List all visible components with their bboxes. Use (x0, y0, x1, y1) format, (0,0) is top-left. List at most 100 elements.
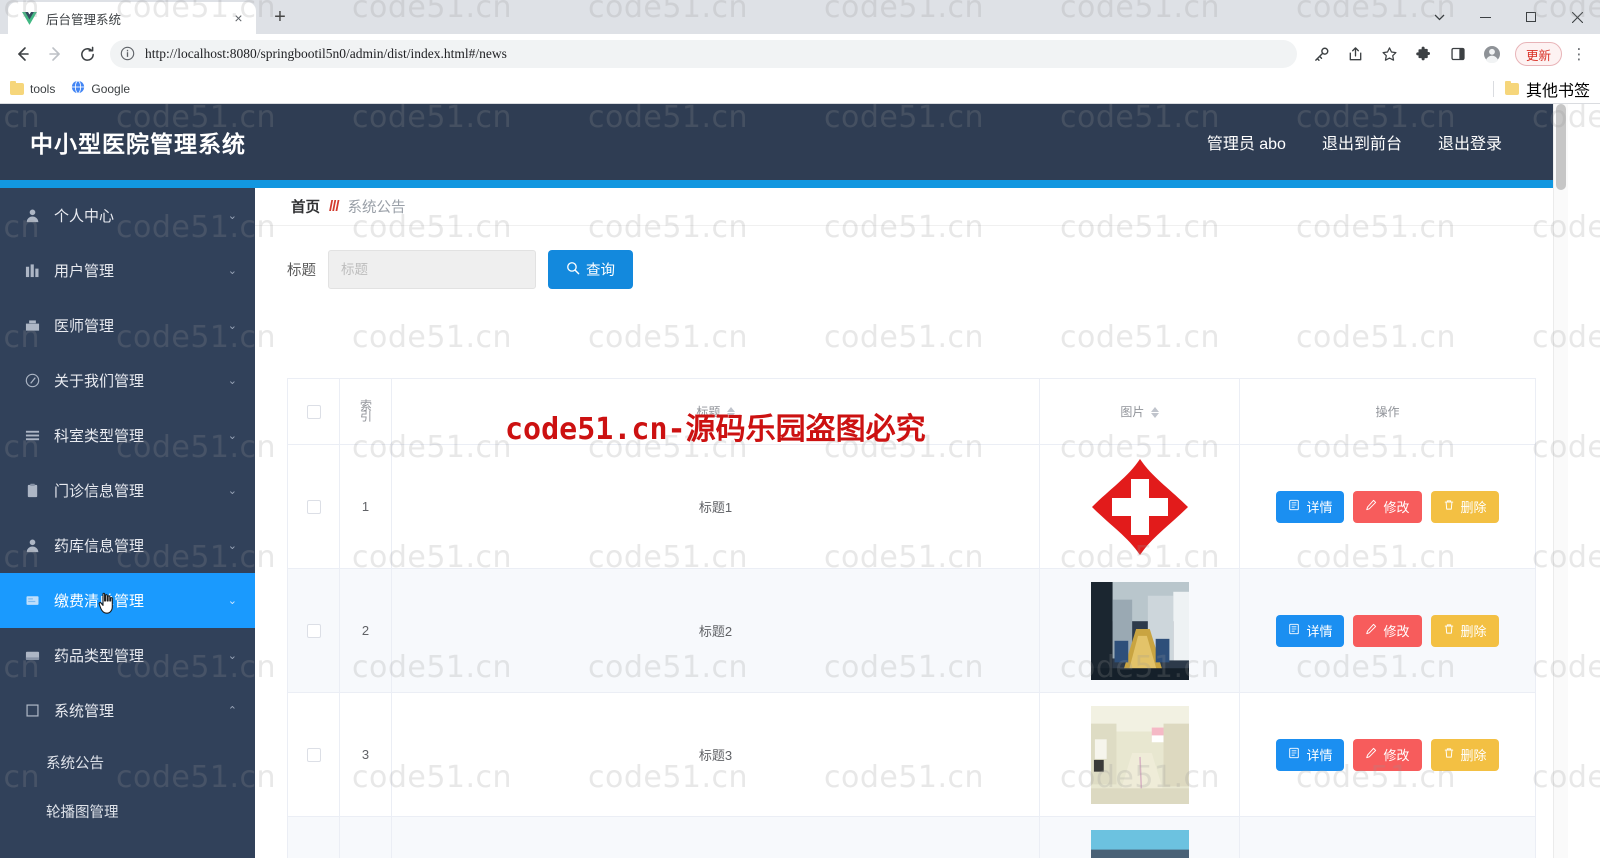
page-title: 中小型医院管理系统 (30, 131, 246, 157)
sidebar-subitem-system-notice[interactable]: 系统公告 (0, 738, 255, 787)
star-icon[interactable] (1375, 39, 1405, 69)
row-title-cell: 标题2 (391, 568, 1040, 693)
maximize-button[interactable] (1508, 0, 1554, 34)
chevron-down-icon: ⌄ (227, 375, 237, 387)
edit-button-label: 修改 (1383, 748, 1410, 763)
browser-tab[interactable]: 后台管理系统 × (8, 2, 256, 34)
data-table: 索引 标题 图片 操作 1 标题1 详情 修改 删除 2 标题2 详情 修改 删… (287, 378, 1536, 858)
address-bar[interactable]: http://localhost:8080/springbootil5n0/ad… (110, 40, 1297, 68)
edit-button-label: 修改 (1383, 500, 1410, 515)
back-icon[interactable] (8, 39, 38, 69)
other-bookmarks-button[interactable]: 其他书签 (1492, 77, 1590, 101)
action-toolbar: 新增 删除 (255, 289, 1568, 350)
bookmark-label: Google (91, 81, 131, 96)
extensions-icon[interactable] (1409, 39, 1439, 69)
divider (1492, 80, 1494, 97)
window-close-button[interactable] (1554, 0, 1600, 34)
gear-icon (24, 702, 41, 719)
table-row[interactable]: 2 标题2 详情 修改 删除 (287, 568, 1536, 693)
image-header-label: 图片 (1120, 405, 1145, 419)
row-delete-button[interactable]: 删除 (1430, 614, 1499, 647)
sidebar-item-label: 关于我们管理 (54, 373, 145, 390)
site-info-icon[interactable] (120, 46, 136, 62)
detail-button[interactable]: 详情 (1276, 490, 1345, 523)
page-scrollbar[interactable] (1553, 104, 1568, 858)
forward-icon[interactable] (40, 39, 70, 69)
row-delete-button[interactable]: 删除 (1430, 738, 1499, 771)
detail-button-label: 详情 (1306, 748, 1333, 763)
sidebar-item-doctor-management[interactable]: 医师管理 ⌄ (0, 298, 255, 353)
vue-logo-icon (21, 10, 37, 26)
table-row[interactable]: 3 标题3 详情 修改 删除 (287, 692, 1536, 817)
sidebar-item-department-type-management[interactable]: 科室类型管理 ⌄ (0, 408, 255, 463)
exit-to-front-link[interactable]: 退出到前台 (1322, 130, 1402, 154)
row-image-cell (1039, 692, 1240, 817)
sidebar-item-payment-list-management[interactable]: 缴费清单管理 ⌄ (0, 573, 255, 628)
sidebar-item-user-management[interactable]: 用户管理 ⌄ (0, 243, 255, 298)
window-controls (1416, 0, 1600, 34)
tab-search-chevron-icon[interactable] (1416, 0, 1462, 34)
bookmark-google[interactable]: Google (71, 80, 130, 97)
hospital-ward-photo[interactable] (1040, 705, 1239, 804)
edit-button[interactable]: 修改 (1353, 738, 1422, 771)
header-links: 管理员 abo 退出到前台 退出登录 (1207, 130, 1502, 154)
bookmark-tools[interactable]: tools (10, 80, 55, 96)
table-row[interactable]: 4 标题4 (287, 816, 1536, 858)
query-button[interactable]: 查询 (548, 250, 633, 289)
image-header[interactable]: 图片 (1039, 378, 1240, 445)
new-tab-button[interactable]: + (266, 3, 294, 31)
breadcrumb-home[interactable]: 首页 (291, 196, 320, 217)
edit-button[interactable]: 修改 (1353, 614, 1422, 647)
bank-icon (24, 317, 41, 334)
application-viewport: 中小型医院管理系统 管理员 abo 退出到前台 退出登录 个人中心 ⌄ 用户管理… (0, 104, 1568, 858)
reload-icon[interactable] (72, 39, 102, 69)
search-input[interactable] (328, 250, 536, 289)
logout-link[interactable]: 退出登录 (1438, 130, 1502, 154)
minimize-button[interactable] (1462, 0, 1508, 34)
list-icon (24, 427, 41, 444)
sidebar-item-outpatient-info-management[interactable]: 门诊信息管理 ⌄ (0, 463, 255, 518)
trash-icon (1443, 499, 1455, 514)
row-delete-button[interactable]: 删除 (1430, 490, 1499, 523)
chevron-down-icon: ⌄ (227, 320, 237, 332)
row-title-cell: 标题4 (391, 816, 1040, 858)
row-checkbox[interactable] (306, 500, 321, 515)
sidepanel-icon[interactable] (1443, 39, 1473, 69)
sidebar-item-about-us-management[interactable]: 关于我们管理 ⌄ (0, 353, 255, 408)
app-header: 中小型医院管理系统 管理员 abo 退出到前台 退出登录 (0, 104, 1568, 180)
index-header: 索引 (339, 378, 392, 445)
hospital-corridor-photo[interactable] (1040, 581, 1239, 680)
medical-cross-logo[interactable] (1040, 457, 1239, 557)
admin-user-label[interactable]: 管理员 abo (1207, 130, 1286, 154)
folder-icon (1504, 80, 1519, 95)
main-panel: 标题 查询 (255, 226, 1568, 858)
table-row[interactable]: 1 标题1 详情 修改 删除 (287, 444, 1536, 569)
update-button[interactable]: 更新 (1514, 42, 1562, 66)
key-icon[interactable] (1307, 39, 1337, 69)
row-checkbox[interactable] (306, 748, 321, 763)
row-index-cell: 2 (339, 568, 392, 693)
profile-icon[interactable] (1477, 39, 1507, 69)
sidebar-item-medicine-type-management[interactable]: 药品类型管理 ⌄ (0, 628, 255, 683)
compass-icon (24, 372, 41, 389)
hospital-blue-photo[interactable] (1040, 829, 1239, 858)
browser-menu-button[interactable]: ⋮ (1566, 41, 1592, 67)
scrollbar-thumb[interactable] (1556, 104, 1566, 190)
sort-icon[interactable] (1150, 407, 1159, 419)
tab-close-icon[interactable]: × (230, 10, 247, 27)
sidebar-item-personal-center[interactable]: 个人中心 ⌄ (0, 188, 255, 243)
sidebar-subitem-carousel-management[interactable]: 轮播图管理 (0, 787, 255, 836)
detail-button[interactable]: 详情 (1276, 614, 1345, 647)
edit-button[interactable]: 修改 (1353, 490, 1422, 523)
app-body: 个人中心 ⌄ 用户管理 ⌄ 医师管理 ⌄ 关于我们管理 ⌄ 科室类型管理 ⌄ 门… (0, 188, 1568, 858)
detail-button[interactable]: 详情 (1276, 738, 1345, 771)
search-bar: 标题 查询 (255, 226, 1568, 289)
sidebar-item-label: 系统管理 (54, 703, 115, 720)
row-index-cell: 3 (339, 692, 392, 817)
select-all-checkbox[interactable] (306, 404, 321, 419)
sidebar-item-pharmacy-info-management[interactable]: 药库信息管理 ⌄ (0, 518, 255, 573)
row-title-cell: 标题1 (391, 444, 1040, 569)
row-checkbox[interactable] (306, 624, 321, 639)
share-icon[interactable] (1341, 39, 1371, 69)
sidebar-item-system-management[interactable]: 系统管理 ⌃ (0, 683, 255, 738)
